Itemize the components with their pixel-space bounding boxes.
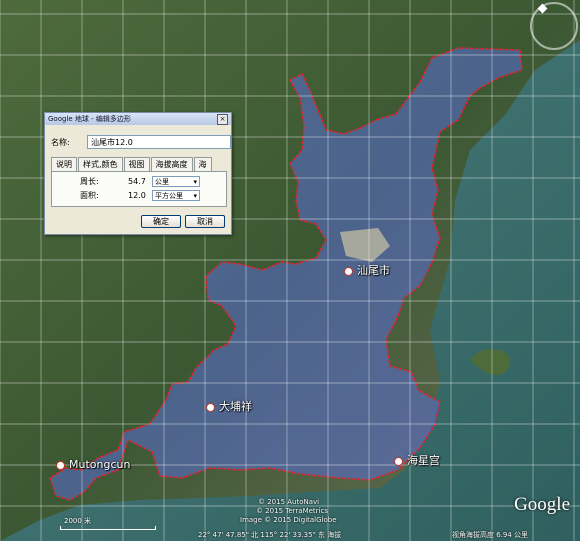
- place-marker-icon: [206, 402, 215, 412]
- tab-style-color[interactable]: 样式,颜色: [78, 157, 123, 171]
- chevron-down-icon: ▾: [193, 191, 197, 200]
- close-button[interactable]: ×: [217, 113, 228, 125]
- ok-button[interactable]: 确定: [141, 215, 181, 228]
- place-name: 海星宫: [407, 454, 440, 467]
- tab-altitude[interactable]: 海拔高度: [150, 157, 193, 171]
- compass-ring[interactable]: [530, 2, 578, 50]
- name-input[interactable]: [87, 135, 231, 149]
- area-value: 12.0: [128, 191, 146, 200]
- scale-label: 2000 米: [64, 517, 92, 525]
- place-name: 大埔祥: [219, 400, 252, 413]
- dialog-title: Google 地球 - 编辑多边形: [48, 115, 131, 123]
- place-marker-icon: [394, 456, 403, 466]
- place-marker-icon: [344, 266, 353, 276]
- place-label-mutong[interactable]: Mutongcun: [56, 458, 130, 471]
- place-label-dazhengxiang[interactable]: 大埔祥: [206, 398, 252, 414]
- area-label: 面积:: [80, 191, 99, 200]
- copyright-terrametrics: © 2015 TerraMetrics: [256, 507, 328, 515]
- dialog-titlebar[interactable]: Google 地球 - 编辑多边形 ×: [45, 113, 231, 125]
- chevron-down-icon: ▾: [193, 177, 197, 186]
- copyright-autonavi: © 2015 AutoNavi: [258, 498, 320, 506]
- place-name: 汕尾市: [357, 264, 390, 277]
- name-row: 名称:: [51, 135, 231, 149]
- measurements-panel: 周长: 54.7 公里 ▾ 面积: 12.0 平方公里 ▾: [51, 171, 227, 207]
- dialog-tabs: 说明 样式,颜色 视图 海拔高度 海: [51, 157, 231, 171]
- perimeter-label: 周长:: [80, 177, 99, 186]
- perimeter-row: 周长: 54.7 公里 ▾: [80, 176, 200, 187]
- area-unit-value: 平方公里: [155, 191, 183, 200]
- place-label-shanwei[interactable]: 汕尾市: [344, 262, 390, 278]
- place-marker-icon: [56, 460, 65, 470]
- perimeter-value: 54.7: [128, 177, 146, 186]
- cancel-button[interactable]: 取消: [185, 215, 225, 228]
- copyright-digitalglobe: Image © 2015 DigitalGlobe: [240, 516, 337, 524]
- google-logo: Google: [514, 494, 570, 515]
- name-label: 名称:: [51, 137, 70, 147]
- place-label-haiyonggong[interactable]: 海星宫: [394, 452, 440, 468]
- scale-bar: [60, 526, 156, 530]
- perimeter-unit-value: 公里: [155, 177, 169, 186]
- area-row: 面积: 12.0 平方公里 ▾: [80, 190, 200, 201]
- tab-view[interactable]: 视图: [123, 157, 150, 171]
- view-altitude: 视角海拔高度 6.94 公里: [452, 531, 529, 539]
- area-unit-select[interactable]: 平方公里 ▾: [152, 190, 200, 201]
- perimeter-unit-select[interactable]: 公里 ▾: [152, 176, 200, 187]
- edit-polygon-dialog: Google 地球 - 编辑多边形 × 名称: 说明 样式,颜色 视图 海拔高度…: [44, 112, 232, 235]
- place-name: Mutongcun: [69, 458, 131, 471]
- tab-description[interactable]: 说明: [51, 157, 77, 171]
- coordinate-readout: 22° 47' 47.85" 北 115° 22' 33.35" 东 海拔: [198, 531, 342, 539]
- tab-more[interactable]: 海: [193, 157, 212, 171]
